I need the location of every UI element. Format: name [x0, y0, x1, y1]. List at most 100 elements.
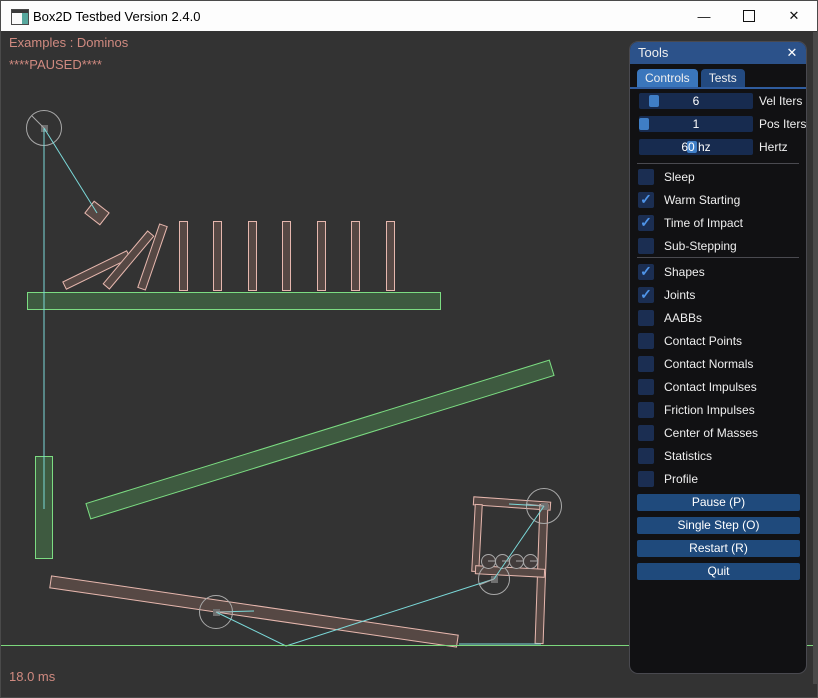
checkbox [638, 402, 654, 418]
check-icon: ✓ [640, 286, 652, 302]
standing-domino-5 [317, 221, 326, 291]
slider-label: Vel Iters [759, 93, 802, 109]
checkbox: ✓ [638, 192, 654, 208]
checkbox-label: Profile [664, 469, 698, 489]
frame-time-label: 18.0 ms [9, 669, 55, 684]
checkbox [638, 448, 654, 464]
checkbox-row-contact-impulses[interactable]: Contact Impulses [638, 377, 802, 400]
button-single-step-o[interactable]: Single Step (O) [637, 517, 800, 534]
separator [637, 163, 799, 164]
plank-wheel-center [213, 609, 220, 616]
checkbox-row-joints[interactable]: ✓ Joints [638, 285, 802, 308]
check-icon: ✓ [640, 214, 652, 230]
frame-bottom-wheel-center [491, 576, 498, 583]
tools-panel-title: Tools [638, 45, 668, 60]
separator [637, 257, 799, 258]
checkbox: ✓ [638, 264, 654, 280]
standing-domino-1 [179, 221, 188, 291]
checkbox-label: Contact Impulses [664, 377, 757, 397]
checkbox-row-sleep[interactable]: Sleep [638, 167, 802, 190]
checkbox-row-statistics[interactable]: Statistics [638, 446, 802, 469]
checkbox-row-profile[interactable]: Profile [638, 469, 802, 492]
check-icon: ✓ [640, 191, 652, 207]
app-icon [11, 9, 29, 25]
checkbox [638, 356, 654, 372]
button-restart-r[interactable]: Restart (R) [637, 540, 800, 557]
ball-4 [523, 554, 538, 569]
titlebar[interactable]: Box2D Testbed Version 2.4.0 — ✕ [1, 1, 817, 31]
checkbox-label: Sub-Stepping [664, 236, 737, 256]
vertical-green-plank [35, 456, 53, 559]
checkbox: ✓ [638, 215, 654, 231]
tools-close-icon[interactable]: ✕ [784, 42, 800, 64]
button-group: Pause (P) Single Step (O) Restart (R) Quit [637, 494, 800, 586]
checkbox-label: Time of Impact [664, 213, 743, 233]
checkbox [638, 310, 654, 326]
slider-track[interactable]: 1 [639, 116, 753, 132]
paused-label: ****PAUSED**** [9, 57, 102, 72]
check-icon: ✓ [640, 263, 652, 279]
slider-value: 6 [639, 93, 753, 109]
standing-domino-6 [351, 221, 360, 291]
slider-track[interactable]: 60 hz [639, 139, 753, 155]
slider-group: 6 Vel Iters 1Pos Iters 60 hz Hertz [639, 93, 801, 162]
button-pause-p[interactable]: Pause (P) [637, 494, 800, 511]
slider-label: Pos Iters [759, 116, 806, 132]
checkbox-row-shapes[interactable]: ✓ Shapes [638, 262, 802, 285]
checkbox-row-friction-impulses[interactable]: Friction Impulses [638, 400, 802, 423]
minimize-button[interactable]: — [689, 1, 719, 31]
tools-panel-titlebar[interactable]: Tools ✕ [630, 42, 806, 64]
frame-top-wheel-center [541, 503, 548, 510]
checkbox-row-contact-normals[interactable]: Contact Normals [638, 354, 802, 377]
slider-row-hertz: 60 hz Hertz [639, 139, 801, 155]
green-platform [27, 292, 441, 310]
checkbox [638, 169, 654, 185]
close-button[interactable]: ✕ [779, 1, 809, 31]
checkbox [638, 333, 654, 349]
pendulum-wheel-center [41, 125, 48, 132]
checkbox-row-center-of-masses[interactable]: Center of Masses [638, 423, 802, 446]
checkbox: ✓ [638, 287, 654, 303]
checkbox-group-sim: Sleep ✓ Warm Starting ✓ Time of Impact Sub-St… [638, 167, 802, 259]
long-green-plank [85, 359, 554, 519]
close-icon: ✕ [789, 8, 800, 24]
checkbox-label: Contact Points [664, 331, 742, 351]
checkbox-row-contact-points[interactable]: Contact Points [638, 331, 802, 354]
checkbox-row-sub-stepping[interactable]: Sub-Stepping [638, 236, 802, 259]
button-quit[interactable]: Quit [637, 563, 800, 580]
slider-value: 60 hz [639, 139, 753, 155]
checkbox [638, 425, 654, 441]
checkbox-label: Contact Normals [664, 354, 753, 374]
checkbox-label: Statistics [664, 446, 712, 466]
checkbox-row-warm-starting[interactable]: ✓ Warm Starting [638, 190, 802, 213]
minimize-icon: — [698, 9, 711, 24]
example-label: Examples : Dominos [9, 35, 128, 50]
checkbox-label: Joints [664, 285, 695, 305]
checkbox-label: AABBs [664, 308, 702, 328]
pendulum-box [84, 201, 110, 226]
ball-3 [509, 554, 524, 569]
slider-track[interactable]: 6 [639, 93, 753, 109]
maximize-button[interactable] [734, 1, 764, 31]
slider-row-pos-iters: 1Pos Iters [639, 116, 801, 132]
checkbox-label: Shapes [664, 262, 705, 282]
standing-domino-4 [282, 221, 291, 291]
ball-2 [495, 554, 510, 569]
tab-controls[interactable]: Controls [637, 69, 698, 87]
maximize-icon [743, 10, 755, 22]
checkbox-row-time-of-impact[interactable]: ✓ Time of Impact [638, 213, 802, 236]
checkbox-label: Warm Starting [664, 190, 740, 210]
standing-domino-7 [386, 221, 395, 291]
standing-domino-3 [248, 221, 257, 291]
slider-label: Hertz [759, 139, 788, 155]
tab-tests[interactable]: Tests [701, 69, 745, 87]
checkbox [638, 471, 654, 487]
checkbox-label: Friction Impulses [664, 400, 755, 420]
checkbox-row-aabbs[interactable]: AABBs [638, 308, 802, 331]
slider-value: 1 [639, 116, 753, 132]
checkbox-label: Sleep [664, 167, 695, 187]
checkbox-group-draw: ✓ Shapes ✓ Joints AABBs Contact Points Contact… [638, 262, 802, 492]
slider-row-vel-iters: 6 Vel Iters [639, 93, 801, 109]
ball-1 [481, 554, 496, 569]
checkbox [638, 379, 654, 395]
